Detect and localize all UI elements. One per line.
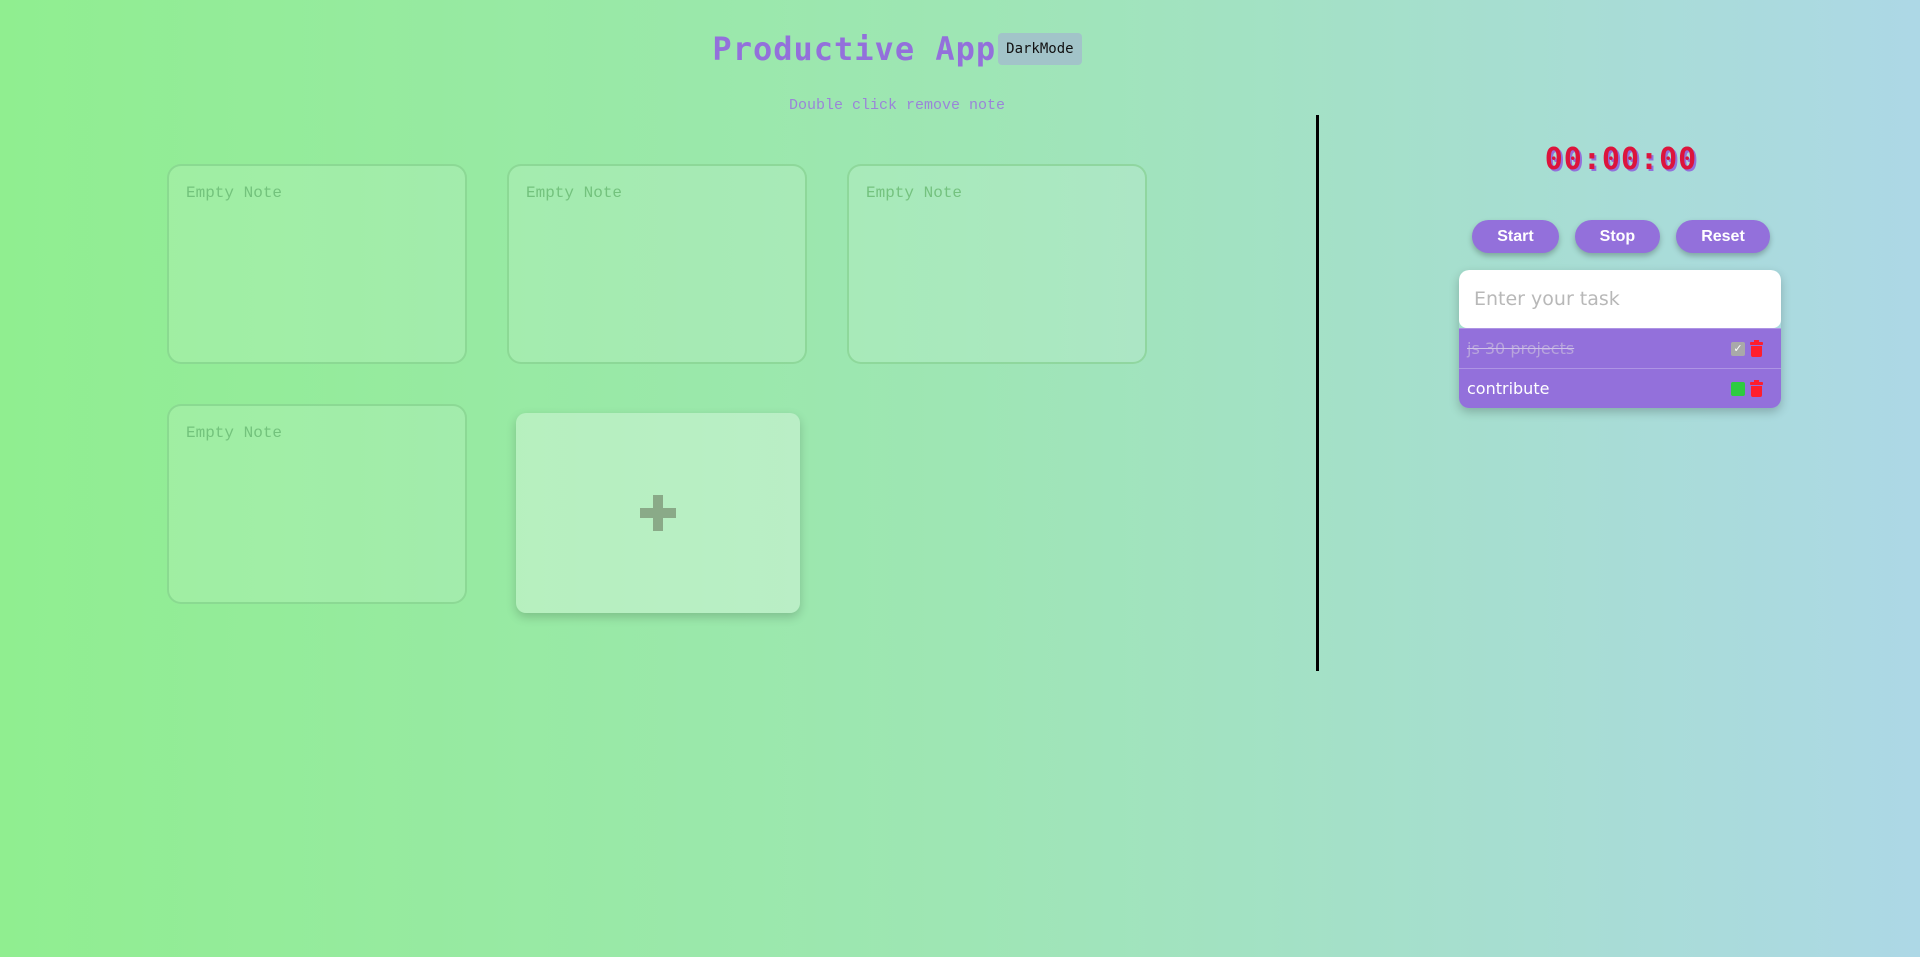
section-divider	[1316, 115, 1319, 671]
trash-icon[interactable]	[1750, 339, 1763, 357]
task-item: js 30 projects ✓	[1459, 328, 1781, 368]
note-card[interactable]: Empty Note	[167, 164, 467, 364]
note-card[interactable]: Empty Note	[167, 404, 467, 604]
plus-icon	[640, 495, 676, 531]
checkbox-checked-icon[interactable]: ✓	[1731, 341, 1745, 356]
stop-button[interactable]: Stop	[1574, 220, 1661, 253]
add-note-button[interactable]	[516, 413, 800, 613]
task-input[interactable]	[1459, 270, 1781, 328]
darkmode-button[interactable]: DarkMode	[998, 33, 1082, 65]
task-text: js 30 projects	[1467, 339, 1575, 358]
stopwatch-controls: Start Stop Reset	[1459, 220, 1783, 253]
start-button[interactable]: Start	[1472, 220, 1559, 253]
reset-button[interactable]: Reset	[1676, 220, 1770, 253]
task-text: contribute	[1467, 379, 1550, 398]
todo-panel: js 30 projects ✓ contribute	[1459, 270, 1781, 408]
notes-hint: Double click remove note	[788, 97, 1006, 114]
task-item: contribute	[1459, 368, 1781, 408]
note-card[interactable]: Empty Note	[507, 164, 807, 364]
checkbox-unchecked-icon[interactable]	[1731, 381, 1745, 396]
app-header: Productive App DarkMode	[0, 30, 1794, 68]
page-title: Productive App	[712, 30, 997, 68]
stopwatch-display: 00:00:00	[1544, 142, 1698, 177]
note-card[interactable]: Empty Note	[847, 164, 1147, 364]
trash-icon[interactable]	[1750, 379, 1763, 397]
